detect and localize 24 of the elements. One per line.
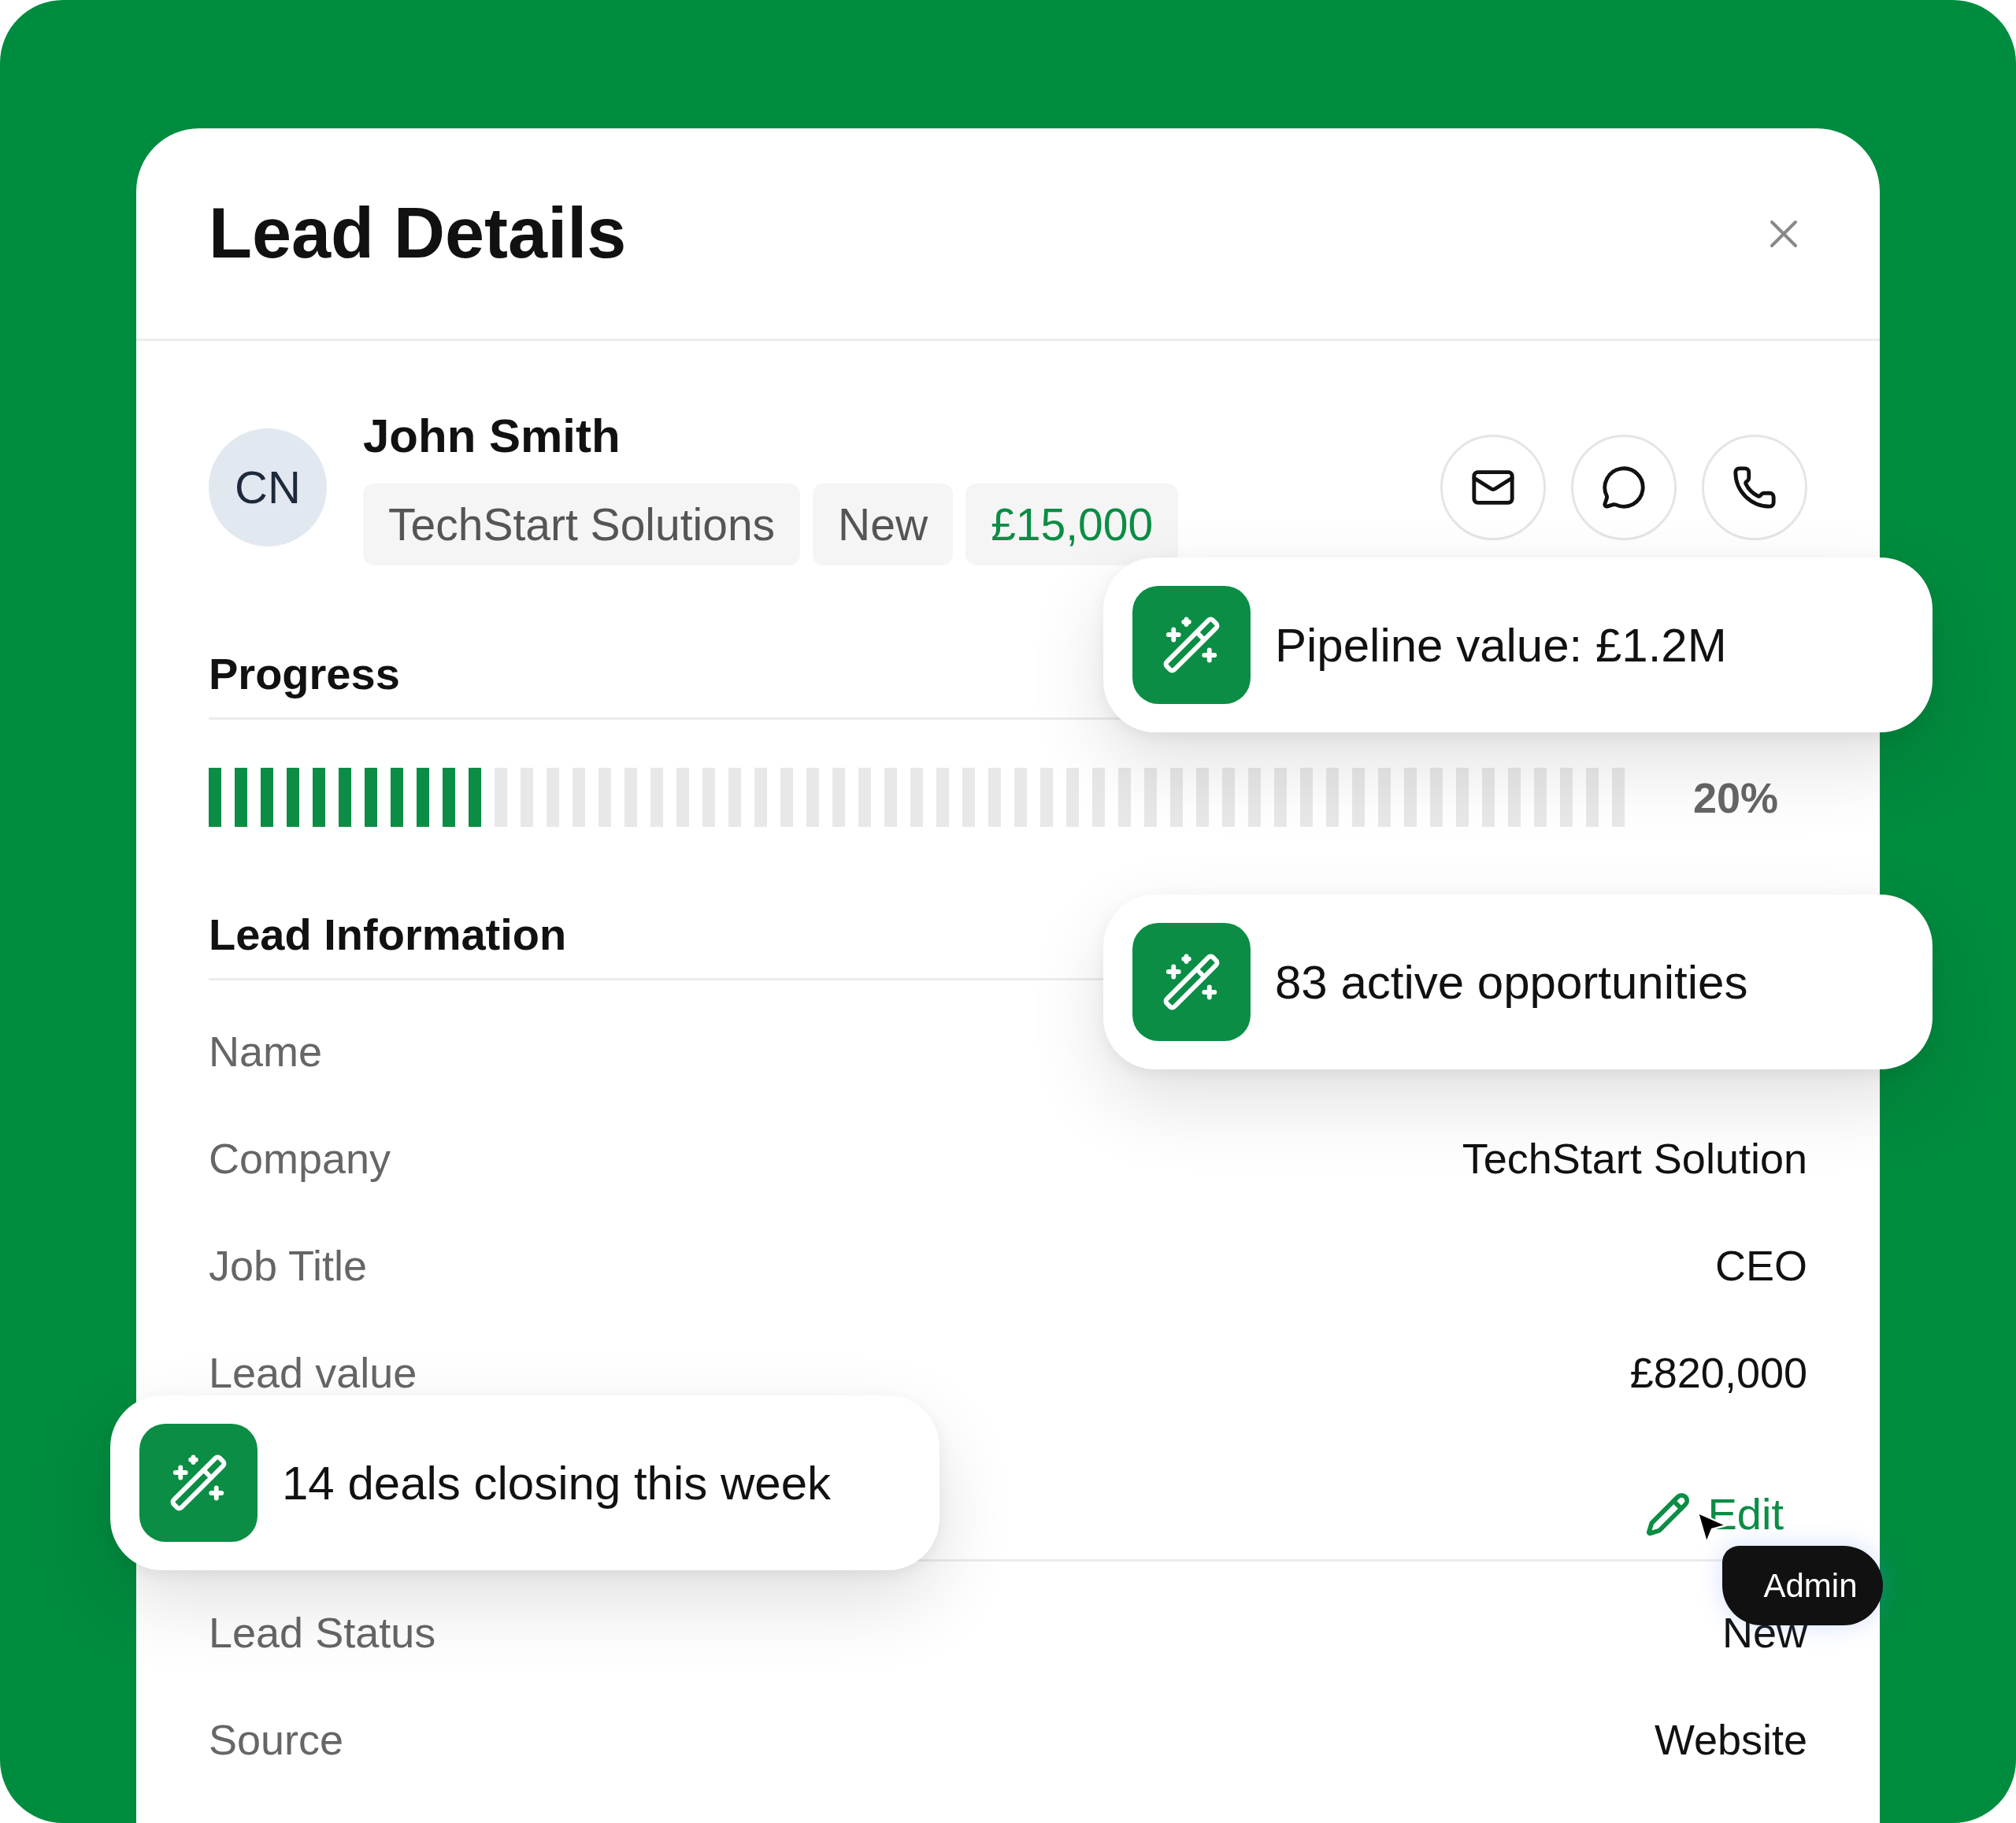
info-tag: New: [813, 484, 954, 565]
field-value: Website: [1654, 1715, 1807, 1764]
magic-wand-icon: [1132, 923, 1251, 1041]
field-value: CEO: [1714, 1241, 1807, 1290]
field-label: Source: [209, 1715, 344, 1764]
magic-wand-icon: [139, 1424, 258, 1542]
field-label: Lead Status: [209, 1608, 436, 1657]
progress-percent: 20%: [1692, 773, 1778, 822]
field-value: £820,000: [1629, 1348, 1807, 1397]
value-tag: £15,000: [965, 484, 1179, 565]
dialog-title: Lead Details: [209, 193, 627, 274]
contact-name: John Smith: [363, 409, 621, 464]
magic-wand-icon: [1132, 586, 1251, 704]
field-label: Lead value: [209, 1348, 417, 1397]
pencil-icon: [1644, 1491, 1691, 1537]
field-label: Job Title: [209, 1241, 368, 1290]
chat-bubble-icon: [1601, 464, 1647, 510]
field-label: Name: [209, 1027, 323, 1076]
info-tag: TechStart Solutions: [363, 484, 801, 565]
avatar: CN: [209, 428, 327, 547]
phone-icon: [1732, 464, 1777, 510]
field-label: Company: [209, 1134, 391, 1183]
field-value: TechStart Solution: [1462, 1134, 1807, 1183]
highlight-text: 14 deals closing this week: [282, 1455, 832, 1510]
